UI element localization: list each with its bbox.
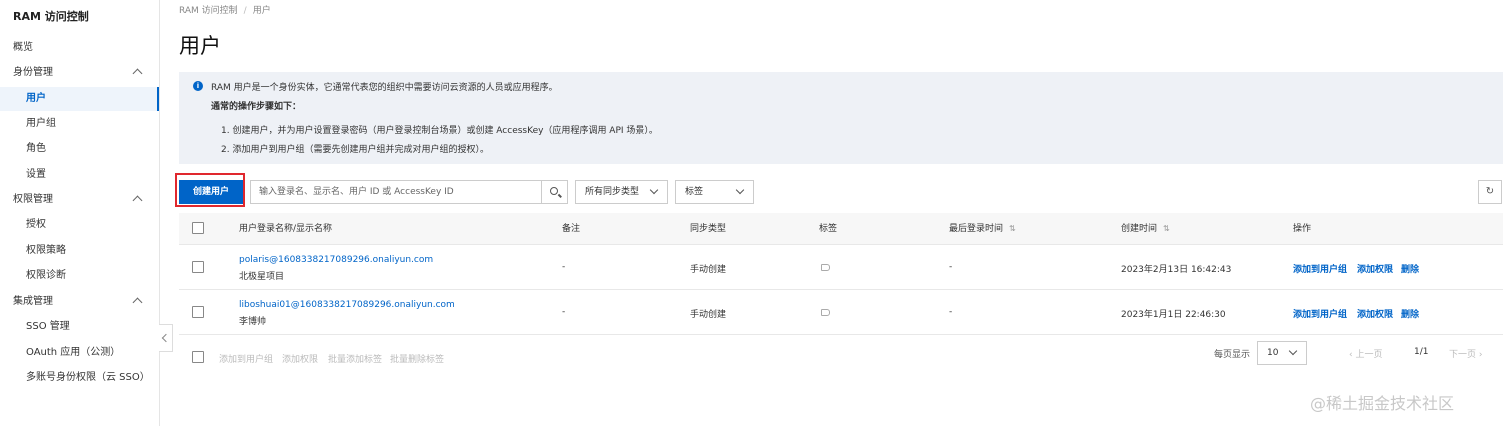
search-icon <box>550 187 558 195</box>
table-row: polaris@1608338217089296.onaliyun.com 北极… <box>179 245 1503 290</box>
column-header-last-login-label: 最后登录时间 <box>949 224 1004 234</box>
sidebar-collapse-button[interactable] <box>159 324 173 352</box>
add-to-group-link[interactable]: 添加到用户组 <box>1293 307 1347 320</box>
sidebar-item-policies[interactable]: 权限策略 <box>0 239 159 263</box>
page-size-label: 每页显示 <box>1214 350 1251 360</box>
notice-step-2: 2. 添加用户到用户组（需要先创建用户组并完成对用户组的授权）。 <box>221 145 489 155</box>
breadcrumb-current: 用户 <box>252 6 271 16</box>
search-input[interactable] <box>250 180 542 204</box>
user-last-login: - <box>949 307 953 317</box>
delete-link[interactable]: 删除 <box>1401 307 1419 320</box>
bulk-add-tag-button[interactable]: 批量添加标签 <box>328 352 382 365</box>
search-button[interactable] <box>541 180 568 204</box>
notice-steps-title: 通常的操作步骤如下： <box>211 102 302 112</box>
table-row: liboshuai01@1608338217089296.onaliyun.co… <box>179 290 1503 335</box>
column-header-last-login[interactable]: 最后登录时间 ⇅ <box>949 213 1016 245</box>
info-icon: i <box>193 81 203 91</box>
bulk-add-to-group-button[interactable]: 添加到用户组 <box>219 352 273 365</box>
sidebar-item-overview[interactable]: 概览 <box>0 36 159 60</box>
bulk-delete-tag-button[interactable]: 批量删除标签 <box>390 352 444 365</box>
column-header-actions: 操作 <box>1293 224 1312 234</box>
user-display-name: 李博帅 <box>239 317 267 327</box>
sort-icon: ⇅ <box>1163 224 1170 233</box>
user-remark: - <box>562 307 566 317</box>
sidebar-title: RAM 访问控制 <box>13 10 89 23</box>
sidebar-item-cloud-sso[interactable]: 多账号身份权限（云 SSO） <box>0 366 159 390</box>
column-header-remark: 备注 <box>562 224 581 234</box>
user-login-link[interactable]: polaris@1608338217089296.onaliyun.com <box>239 255 433 265</box>
select-all-checkbox[interactable] <box>192 222 204 234</box>
column-header-name: 用户登录名称/显示名称 <box>239 224 333 234</box>
sidebar-item-settings[interactable]: 设置 <box>0 163 159 187</box>
add-permission-link[interactable]: 添加权限 <box>1357 262 1393 275</box>
bulk-add-permission-button[interactable]: 添加权限 <box>282 352 318 365</box>
tag-icon[interactable] <box>821 264 830 271</box>
user-created-time: 2023年1月1日 22:46:30 <box>1121 310 1226 320</box>
user-login-link[interactable]: liboshuai01@1608338217089296.onaliyun.co… <box>239 300 455 310</box>
footer-select-all-checkbox[interactable] <box>192 351 204 363</box>
sidebar-group-integration[interactable]: 集成管理 <box>0 290 159 314</box>
breadcrumb-separator: / <box>243 6 247 16</box>
column-header-created-label: 创建时间 <box>1121 224 1158 234</box>
page-size-select[interactable]: 10 <box>1257 341 1307 365</box>
notice-intro: RAM 用户是一个身份实体，它通常代表您的组织中需要访问云资源的人员或应用程序。 <box>211 83 558 93</box>
tag-select[interactable]: 标签 <box>675 180 754 204</box>
watermark: @稀土掘金技术社区 <box>1310 394 1455 413</box>
prev-page-label: 上一页 <box>1355 350 1383 360</box>
sidebar-group-label: 身份管理 <box>13 67 53 78</box>
page-indicator: 1/1 <box>1414 347 1429 357</box>
user-sync-type: 手动创建 <box>690 310 727 320</box>
sidebar-item-roles[interactable]: 角色 <box>0 137 159 161</box>
sort-icon: ⇅ <box>1009 224 1016 233</box>
sidebar-item-diagnosis[interactable]: 权限诊断 <box>0 264 159 288</box>
sidebar-group-label: 集成管理 <box>13 296 53 307</box>
user-created-time: 2023年2月13日 16:42:43 <box>1121 265 1232 275</box>
add-permission-link[interactable]: 添加权限 <box>1357 307 1393 320</box>
sidebar-group-identity[interactable]: 身份管理 <box>0 61 159 85</box>
table-header: 用户登录名称/显示名称 备注 同步类型 标签 最后登录时间 ⇅ 创建时间 ⇅ 操作 <box>179 213 1503 245</box>
prev-page-button[interactable]: ‹ 上一页 <box>1349 347 1382 360</box>
tag-select-value: 标签 <box>685 187 704 197</box>
user-sync-type: 手动创建 <box>690 265 727 275</box>
chevron-up-icon <box>132 68 143 79</box>
chevron-down-icon <box>1288 346 1298 356</box>
sidebar-item-grants[interactable]: 授权 <box>0 213 159 237</box>
sidebar-item-oauth[interactable]: OAuth 应用（公测） <box>0 341 159 365</box>
refresh-button[interactable]: ↻ <box>1478 180 1502 204</box>
sidebar-item-sso[interactable]: SSO 管理 <box>0 315 159 339</box>
row-checkbox[interactable] <box>192 261 204 273</box>
sync-type-value: 所有同步类型 <box>585 187 640 197</box>
next-page-button[interactable]: 下一页 › <box>1449 347 1482 360</box>
chevron-up-icon <box>132 297 143 308</box>
column-header-created[interactable]: 创建时间 ⇅ <box>1121 213 1170 245</box>
row-checkbox[interactable] <box>192 306 204 318</box>
column-header-tag: 标签 <box>819 224 838 234</box>
add-to-group-link[interactable]: 添加到用户组 <box>1293 262 1347 275</box>
column-header-sync: 同步类型 <box>690 224 727 234</box>
page-size-value: 10 <box>1267 348 1279 358</box>
delete-link[interactable]: 删除 <box>1401 262 1419 275</box>
refresh-icon: ↻ <box>1485 186 1495 197</box>
user-last-login: - <box>949 262 953 272</box>
breadcrumb-root[interactable]: RAM 访问控制 <box>179 6 238 16</box>
chevron-left-icon <box>161 333 171 343</box>
breadcrumb: RAM 访问控制 / 用户 <box>179 3 271 16</box>
info-notice: i RAM 用户是一个身份实体，它通常代表您的组织中需要访问云资源的人员或应用程… <box>179 72 1503 164</box>
tag-icon[interactable] <box>821 309 830 316</box>
chevron-up-icon <box>132 195 143 206</box>
next-page-label: 下一页 <box>1449 350 1477 360</box>
chevron-down-icon <box>649 185 659 195</box>
user-display-name: 北极星项目 <box>239 272 285 282</box>
sidebar-item-users[interactable]: 用户 <box>0 87 159 111</box>
sidebar-group-label: 权限管理 <box>13 194 53 205</box>
sidebar-item-user-groups[interactable]: 用户组 <box>0 112 159 136</box>
sync-type-select[interactable]: 所有同步类型 <box>575 180 668 204</box>
page-title: 用户 <box>179 34 221 58</box>
user-remark: - <box>562 262 566 272</box>
chevron-down-icon <box>735 185 745 195</box>
sidebar: RAM 访问控制 概览 身份管理 用户 用户组 角色 设置 权限管理 授权 权限… <box>0 0 160 426</box>
create-user-button[interactable]: 创建用户 <box>179 180 243 204</box>
sidebar-group-permissions[interactable]: 权限管理 <box>0 188 159 212</box>
notice-step-1: 1. 创建用户，并为用户设置登录密码（用户登录控制台场景）或创建 AccessK… <box>221 126 658 136</box>
